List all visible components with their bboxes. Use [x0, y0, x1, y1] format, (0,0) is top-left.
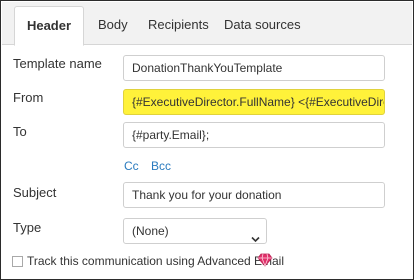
tab-bar: Header Body Recipients Data sources — [2, 2, 412, 46]
tab-data-sources[interactable]: Data sources — [224, 6, 301, 44]
track-advanced-email-row: Track this communication using Advanced … — [12, 252, 284, 270]
to-label: To — [13, 124, 27, 139]
chevron-down-icon — [251, 227, 260, 251]
track-advanced-email-checkbox[interactable] — [12, 256, 23, 268]
from-input[interactable]: {#ExecutiveDirector.FullName} <{#Executi… — [123, 89, 385, 115]
tab-recipients[interactable]: Recipients — [148, 6, 209, 44]
template-name-label: Template name — [13, 56, 102, 71]
subject-label: Subject — [13, 185, 57, 200]
gem-icon — [257, 252, 273, 273]
track-advanced-email-label: Track this communication using Advanced … — [27, 254, 285, 268]
type-label: Type — [13, 220, 42, 235]
to-input[interactable]: {#party.Email}; — [123, 122, 385, 148]
type-select[interactable]: (None) — [123, 218, 267, 244]
template-name-input[interactable]: DonationThankYouTemplate — [123, 55, 385, 81]
tab-header[interactable]: Header — [14, 6, 84, 46]
from-label: From — [13, 90, 44, 105]
cc-link[interactable]: Cc — [124, 159, 139, 173]
bcc-link[interactable]: Bcc — [151, 159, 171, 173]
tab-body[interactable]: Body — [98, 6, 128, 44]
type-select-value: (None) — [132, 224, 169, 238]
subject-input[interactable]: Thank you for your donation — [123, 182, 385, 208]
template-editor-panel: Header Body Recipients Data sources Temp… — [0, 0, 414, 280]
